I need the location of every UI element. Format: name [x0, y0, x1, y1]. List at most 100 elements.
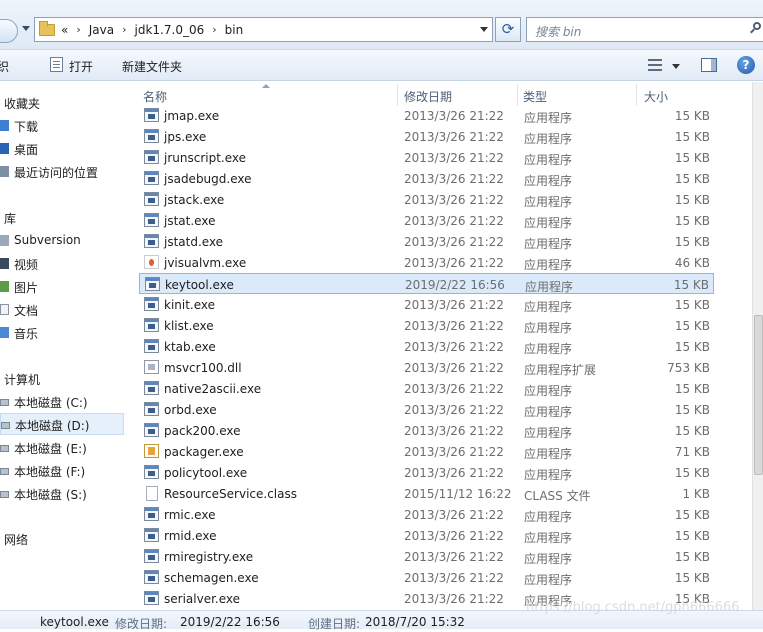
file-size: 71 KB	[674, 445, 710, 459]
file-row[interactable]: kinit.exe 2013/3/26 21:22 应用程序 15 KB	[139, 294, 714, 315]
sidebar-item-videos[interactable]: 视频	[0, 253, 124, 275]
sidebar-item-label: 文档	[14, 304, 39, 318]
sidebar-item-music[interactable]: 音乐	[0, 322, 124, 344]
sidebar-computer[interactable]: 计算机	[0, 368, 124, 390]
open-button[interactable]: 打开	[69, 58, 93, 75]
organize-button[interactable]: 织	[0, 58, 9, 75]
column-divider[interactable]	[397, 84, 398, 106]
address-bar[interactable]: « › Java › jdk1.7.0_06 › bin	[34, 17, 493, 42]
sidebar-item-drive-s[interactable]: 本地磁盘 (S:)	[0, 483, 124, 505]
scrollbar-thumb[interactable]	[754, 315, 763, 475]
sidebar-item-drive-e[interactable]: 本地磁盘 (E:)	[0, 437, 124, 459]
file-row[interactable]: pack200.exe 2013/3/26 21:22 应用程序 15 KB	[139, 420, 714, 441]
search-input[interactable]: 搜索 bin	[526, 17, 763, 42]
file-size: 15 KB	[674, 424, 710, 438]
preview-pane-icon[interactable]	[701, 58, 717, 72]
breadcrumb-separator-icon[interactable]: ›	[76, 23, 80, 36]
file-row[interactable]: ktab.exe 2013/3/26 21:22 应用程序 15 KB	[139, 336, 714, 357]
file-row[interactable]: jstat.exe 2013/3/26 21:22 应用程序 15 KB	[139, 210, 714, 231]
file-row[interactable]: native2ascii.exe 2013/3/26 21:22 应用程序 15 KB	[139, 378, 714, 399]
sidebar-item-desktop[interactable]: 桌面	[0, 138, 124, 160]
sidebar-item-pictures[interactable]: 图片	[0, 276, 124, 298]
file-row[interactable]: rmiregistry.exe 2013/3/26 21:22 应用程序 15 KB	[139, 546, 714, 567]
file-type: 应用程序	[524, 216, 573, 230]
file-row[interactable]: schemagen.exe 2013/3/26 21:22 应用程序 15 KB	[139, 567, 714, 588]
file-row[interactable]: jmap.exe 2013/3/26 21:22 应用程序 15 KB	[139, 105, 714, 126]
column-divider[interactable]	[517, 84, 518, 106]
file-row[interactable]: jstatd.exe 2013/3/26 21:22 应用程序 15 KB	[139, 231, 714, 252]
vertical-scrollbar[interactable]	[752, 82, 763, 610]
file-type: 应用程序	[524, 426, 573, 440]
file-size: 15 KB	[674, 151, 710, 165]
file-row[interactable]: rmid.exe 2013/3/26 21:22 应用程序 15 KB	[139, 525, 714, 546]
file-date: 2013/3/26 21:22	[404, 298, 504, 312]
sidebar-item-documents[interactable]: 文档	[0, 299, 124, 321]
address-history-dropdown-icon[interactable]	[480, 27, 488, 32]
file-row[interactable]: policytool.exe 2013/3/26 21:22 应用程序 15 KB	[139, 462, 714, 483]
column-type[interactable]: 类型	[523, 88, 547, 105]
sort-ascending-icon	[262, 84, 270, 88]
visualvm-icon	[144, 255, 159, 269]
breadcrumb-overflow[interactable]: «	[61, 23, 68, 37]
file-type: 应用程序	[524, 510, 573, 524]
file-row[interactable]: ResourceService.class 2015/11/12 16:22 CLA…	[139, 483, 714, 504]
file-name: klist.exe	[164, 319, 214, 333]
column-divider[interactable]	[636, 84, 637, 106]
file-date: 2015/11/12 16:22	[404, 487, 512, 501]
sidebar-item-drive-c[interactable]: 本地磁盘 (C:)	[0, 391, 124, 413]
file-name: schemagen.exe	[164, 571, 259, 585]
file-size: 15 KB	[674, 319, 710, 333]
documents-icon	[0, 304, 9, 315]
back-button[interactable]	[0, 19, 18, 43]
exe-icon	[144, 339, 159, 353]
breadcrumb-jdk[interactable]: jdk1.7.0_06	[135, 23, 205, 37]
sidebar-favorites[interactable]: 收藏夹	[0, 92, 124, 114]
file-name: native2ascii.exe	[164, 382, 262, 396]
view-dropdown-icon[interactable]	[672, 64, 680, 69]
file-row[interactable]: jvisualvm.exe 2013/3/26 21:22 应用程序 46 KB	[139, 252, 714, 273]
sidebar-item-drive-f[interactable]: 本地磁盘 (F:)	[0, 460, 124, 482]
refresh-button[interactable]: ⟳	[495, 17, 521, 42]
file-type: 应用程序	[524, 447, 573, 461]
drive-icon	[0, 399, 9, 406]
exe-icon	[144, 423, 159, 437]
breadcrumb-bin[interactable]: bin	[225, 23, 244, 37]
file-row[interactable]: orbd.exe 2013/3/26 21:22 应用程序 15 KB	[139, 399, 714, 420]
file-row[interactable]: klist.exe 2013/3/26 21:22 应用程序 15 KB	[139, 315, 714, 336]
file-row[interactable]: jrunscript.exe 2013/3/26 21:22 应用程序 15 KB	[139, 147, 714, 168]
sidebar-libraries[interactable]: 库	[0, 207, 124, 229]
breadcrumb-separator-icon[interactable]: ›	[212, 23, 216, 36]
sidebar-item-drive-d[interactable]: 本地磁盘 (D:)	[0, 413, 124, 435]
breadcrumb-separator-icon[interactable]: ›	[122, 23, 126, 36]
recent-places-icon	[0, 166, 9, 177]
file-size: 15 KB	[674, 508, 710, 522]
search-icon[interactable]	[749, 22, 762, 35]
file-type: 应用程序	[524, 468, 573, 482]
file-row[interactable]: jsadebugd.exe 2013/3/26 21:22 应用程序 15 KB	[139, 168, 714, 189]
file-row-selected[interactable]: keytool.exe 2019/2/22 16:56 应用程序 15 KB	[139, 273, 714, 294]
sidebar-network[interactable]: 网络	[0, 528, 124, 550]
new-folder-button[interactable]: 新建文件夹	[122, 58, 182, 75]
sidebar-item-label: 计算机	[4, 373, 41, 387]
file-type: 应用程序	[524, 405, 573, 419]
file-type: CLASS 文件	[524, 489, 591, 503]
view-options-icon[interactable]	[648, 59, 662, 71]
file-row[interactable]: jps.exe 2013/3/26 21:22 应用程序 15 KB	[139, 126, 714, 147]
file-size: 15 KB	[674, 466, 710, 480]
file-row[interactable]: rmic.exe 2013/3/26 21:22 应用程序 15 KB	[139, 504, 714, 525]
breadcrumb-java[interactable]: Java	[89, 23, 114, 37]
file-row[interactable]: msvcr100.dll 2013/3/26 21:22 应用程序扩展 753 KB	[139, 357, 714, 378]
file-type: 应用程序	[524, 237, 573, 251]
column-name[interactable]: 名称	[143, 88, 167, 105]
recent-pages-dropdown-icon[interactable]	[22, 26, 30, 31]
file-row[interactable]: packager.exe 2013/3/26 21:22 应用程序 71 KB	[139, 441, 714, 462]
file-name: jstatd.exe	[164, 235, 224, 249]
sidebar-item-subversion[interactable]: Subversion	[0, 230, 124, 252]
sidebar-item-downloads[interactable]: 下载	[0, 115, 124, 137]
file-size: 15 KB	[674, 235, 710, 249]
column-date-modified[interactable]: 修改日期	[404, 88, 452, 105]
sidebar-item-recent[interactable]: 最近访问的位置	[0, 161, 124, 183]
column-size[interactable]: 大小	[644, 88, 668, 105]
file-row[interactable]: jstack.exe 2013/3/26 21:22 应用程序 15 KB	[139, 189, 714, 210]
help-icon[interactable]: ?	[737, 56, 755, 74]
